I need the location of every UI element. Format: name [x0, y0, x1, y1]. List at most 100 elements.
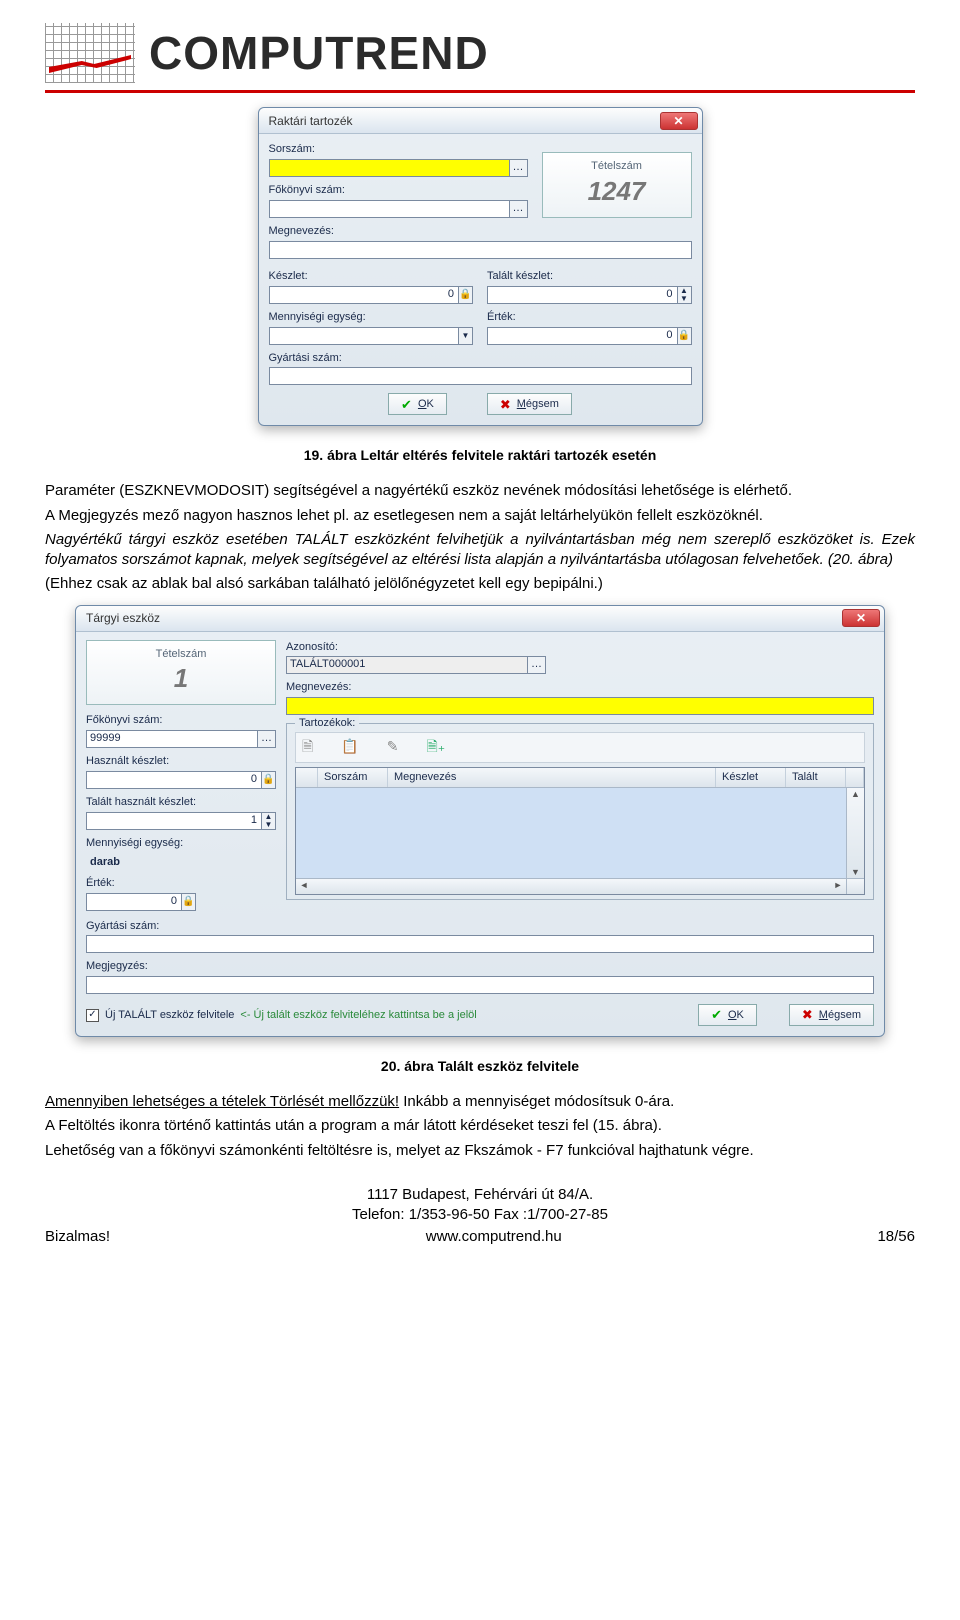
menny-label: Mennyiségi egység:: [269, 310, 474, 325]
window-title: Raktári tartozék: [269, 113, 353, 129]
figure-caption-20: 20. ábra Talált eszköz felvitele: [45, 1057, 915, 1076]
sorszam-label: Sorszám:: [269, 142, 528, 157]
vertical-scrollbar[interactable]: ▲▼: [846, 788, 864, 878]
ertek-label: Érték:: [487, 310, 692, 325]
check-icon: ✔: [711, 1006, 722, 1024]
dialog-raktari-tartozek: Raktári tartozék ✕ Sorszám: … Főkönyvi s…: [258, 107, 703, 426]
megnevezes-label: Megnevezés:: [269, 224, 692, 239]
grid-col-sorszam: Sorszám: [318, 768, 388, 787]
grid-col-blank: [296, 768, 318, 787]
talalt-keszlet-label: Talált készlet:: [487, 269, 692, 284]
footer-page-number: 18/56: [877, 1227, 915, 1247]
check-icon: ✔: [401, 396, 412, 414]
ertek-input[interactable]: 0: [487, 327, 678, 345]
cancel-label: MégsemMégsem: [819, 1008, 861, 1023]
tartozekok-toolbar: 🗎 📋 ✎ 🗎₊: [295, 732, 865, 763]
tetelszam-label: Tételszám: [559, 159, 675, 174]
logo-icon: [45, 23, 135, 83]
new-doc-icon[interactable]: 🗎: [302, 737, 313, 756]
grid-col-megnevezes: Megnevezés: [388, 768, 716, 787]
page-footer: 1117 Budapest, Fehérvári út 84/A. Telefo…: [45, 1185, 915, 1248]
ok-button[interactable]: ✔ OKOK: [698, 1004, 757, 1026]
gyartasi-label: Gyártási szám:: [269, 351, 692, 366]
copy-icon[interactable]: 📋: [341, 737, 358, 756]
gyartasi-input[interactable]: [269, 367, 692, 385]
lock-icon: 🔒: [459, 286, 473, 304]
paragraph: (Ehhez csak az ablak bal alsó sarkában t…: [45, 574, 915, 594]
tetelszam-box: Tételszám 1247: [542, 152, 692, 218]
sorszam-input[interactable]: [269, 159, 510, 177]
hasznalt-input[interactable]: 0: [86, 771, 262, 789]
underlined-text: Amennyiben lehetséges a tételek Törlését…: [45, 1093, 399, 1110]
dialog-targyi-eszkoz: Tárgyi eszköz ✕ Tételszám 1 Főkönyvi szá…: [75, 605, 885, 1038]
close-icon: ✕: [856, 612, 866, 624]
azonosito-input[interactable]: TALÁLT000001: [286, 656, 528, 674]
titlebar: Raktári tartozék ✕: [259, 108, 702, 134]
talalt-hasznalt-input[interactable]: 1: [86, 812, 262, 830]
tartozekok-label: Tartozékok:: [295, 716, 359, 731]
tetelszam-box: Tételszám 1: [86, 640, 276, 706]
add-icon[interactable]: 🗎₊: [426, 737, 445, 756]
cancel-icon: ✖: [500, 396, 511, 414]
paragraph: Lehetőség van a főkönyvi számonkénti fel…: [45, 1141, 915, 1161]
keszlet-input[interactable]: 0: [269, 286, 460, 304]
footer-address: 1117 Budapest, Fehérvári út 84/A.: [45, 1185, 915, 1205]
paragraph: Paraméter (ESZKNEVMODOSIT) segítségével …: [45, 481, 915, 501]
grid-col-talalt: Talált: [786, 768, 846, 787]
hasznalt-label: Használt készlet:: [86, 754, 276, 769]
uj-talalt-label: Új TALÁLT eszköz felvitele: [105, 1008, 234, 1023]
uj-talalt-checkbox[interactable]: ✓: [86, 1009, 99, 1022]
menny-input[interactable]: [269, 327, 460, 345]
ertek-input[interactable]: 0: [86, 893, 182, 911]
fokonyvi-browse-button[interactable]: …: [258, 730, 276, 748]
fokonyvi-input[interactable]: [269, 200, 510, 218]
megjegyzes-label: Megjegyzés:: [86, 959, 874, 974]
fokonyvi-browse-button[interactable]: …: [510, 200, 528, 218]
megjegyzes-input[interactable]: [86, 976, 874, 994]
grid-header: Sorszám Megnevezés Készlet Talált: [296, 768, 864, 788]
tartozekok-grid[interactable]: Sorszám Megnevezés Készlet Talált ▲▼: [295, 767, 865, 895]
megnevezes-label: Megnevezés:: [286, 680, 874, 695]
uj-talalt-hint: <- Új talált eszköz felviteléhez kattint…: [240, 1008, 476, 1023]
page-header: COMPUTREND: [45, 22, 915, 84]
talalt-keszlet-spinner[interactable]: ▲▼: [678, 286, 692, 304]
paragraph: A Feltöltés ikonra történő kattintás utá…: [45, 1116, 915, 1136]
lock-icon: 🔒: [678, 327, 692, 345]
close-icon: ✕: [673, 115, 683, 127]
tartozekok-fieldset: Tartozékok: 🗎 📋 ✎ 🗎₊ Sorszám Megnevezé: [286, 723, 874, 900]
menny-label: Mennyiségi egység:: [86, 836, 276, 851]
paragraph: Amennyiben lehetséges a tételek Törlését…: [45, 1092, 915, 1112]
fokonyvi-input[interactable]: 99999: [86, 730, 258, 748]
close-button[interactable]: ✕: [842, 609, 880, 627]
azonosito-label: Azonosító:: [286, 640, 874, 655]
gyartasi-input[interactable]: [86, 935, 874, 953]
cancel-button[interactable]: ✖ MégsemMégsem: [789, 1004, 874, 1026]
menny-dropdown-icon[interactable]: ▼: [459, 327, 473, 345]
megnevezes-input[interactable]: [269, 241, 692, 259]
window-title: Tárgyi eszköz: [86, 610, 160, 626]
sorszam-browse-button[interactable]: …: [510, 159, 528, 177]
fokonyvi-label: Főkönyvi szám:: [86, 713, 276, 728]
tetelszam-value: 1247: [559, 174, 675, 209]
grid-empty: [296, 788, 846, 878]
talalt-hasznalt-label: Talált használt készlet:: [86, 795, 276, 810]
keszlet-label: Készlet:: [269, 269, 474, 284]
horizontal-scrollbar[interactable]: ◄►: [296, 878, 864, 894]
tetelszam-value: 1: [103, 661, 259, 696]
cancel-button[interactable]: ✖ MégsemMégsem: [487, 393, 572, 415]
paragraph: A Megjegyzés mező nagyon hasznos lehet p…: [45, 506, 915, 526]
figure-caption-19: 19. ábra Leltár eltérés felvitele raktár…: [45, 446, 915, 465]
cancel-icon: ✖: [802, 1006, 813, 1024]
talalt-hasznalt-spinner[interactable]: ▲▼: [262, 812, 276, 830]
footer-url: www.computrend.hu: [426, 1227, 562, 1247]
ok-button[interactable]: ✔ OOKK: [388, 393, 447, 415]
ok-label: OOKK: [418, 397, 434, 412]
header-divider: [45, 90, 915, 93]
edit-icon[interactable]: ✎: [387, 737, 399, 756]
close-button[interactable]: ✕: [660, 112, 698, 130]
talalt-keszlet-input[interactable]: 0: [487, 286, 678, 304]
lock-icon: 🔒: [262, 771, 276, 789]
azonosito-browse-button[interactable]: …: [528, 656, 546, 674]
megnevezes-input[interactable]: [286, 697, 874, 715]
menny-value: darab: [86, 853, 276, 876]
